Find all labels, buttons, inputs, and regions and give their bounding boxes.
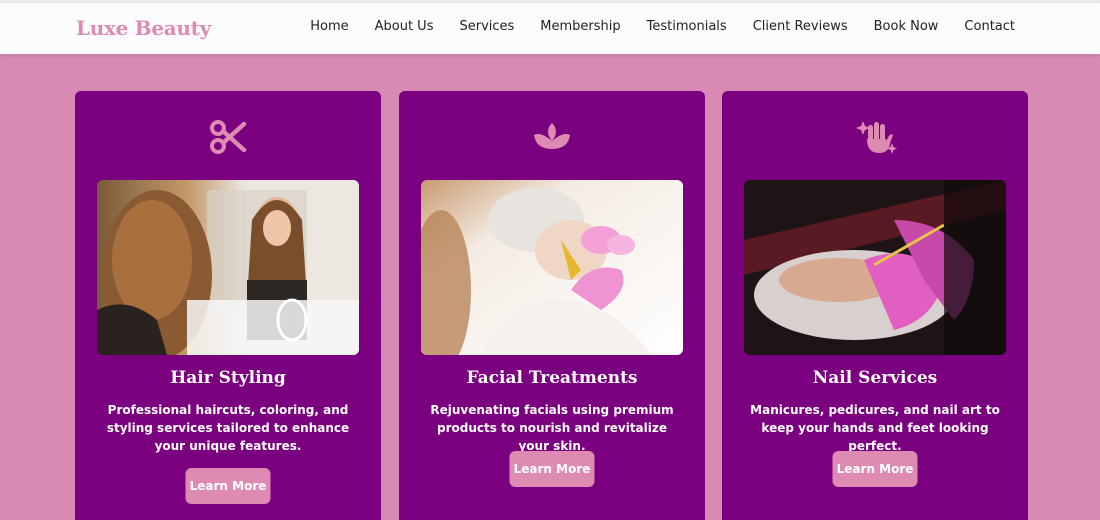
site-header: Luxe Beauty Home About Us Services Membe… [0, 3, 1100, 54]
card-description: Rejuvenating facials using premium produ… [430, 403, 674, 453]
main-nav: Home About Us Services Membership Testim… [284, 19, 1015, 34]
lotus-icon [532, 117, 572, 157]
learn-more-button[interactable]: Learn More [185, 468, 271, 504]
hair-styling-image [97, 180, 359, 355]
nav-membership[interactable]: Membership [540, 19, 620, 34]
card-title: Nail Services [812, 368, 938, 388]
nav-contact[interactable]: Contact [964, 19, 1015, 34]
nav-home[interactable]: Home [310, 19, 348, 34]
card-description: Professional haircuts, coloring, and sty… [106, 403, 350, 453]
card-description: Manicures, pedicures, and nail art to ke… [750, 403, 1000, 453]
nav-book-now[interactable]: Book Now [874, 19, 939, 34]
facial-treatment-image [421, 180, 683, 355]
service-card-facial-treatments: Facial Treatments Rejuvenating facials u… [399, 91, 705, 520]
nav-client-reviews[interactable]: Client Reviews [753, 19, 848, 34]
nav-services[interactable]: Services [459, 19, 514, 34]
sparkle-hand-icon [855, 117, 897, 157]
service-card-nail-services: Nail Services Manicures, pedicures, and … [722, 91, 1028, 520]
learn-more-button[interactable]: Learn More [509, 451, 595, 487]
scissors-icon [208, 117, 248, 157]
nav-testimonials[interactable]: Testimonials [647, 19, 727, 34]
card-title: Hair Styling [170, 368, 286, 388]
logo[interactable]: Luxe Beauty [76, 16, 211, 40]
card-title: Facial Treatments [466, 368, 638, 388]
service-card-hair-styling: Hair Styling Professional haircuts, colo… [75, 91, 381, 520]
learn-more-button[interactable]: Learn More [832, 451, 918, 487]
nail-services-image [744, 180, 1006, 355]
nav-about-us[interactable]: About Us [375, 19, 434, 34]
